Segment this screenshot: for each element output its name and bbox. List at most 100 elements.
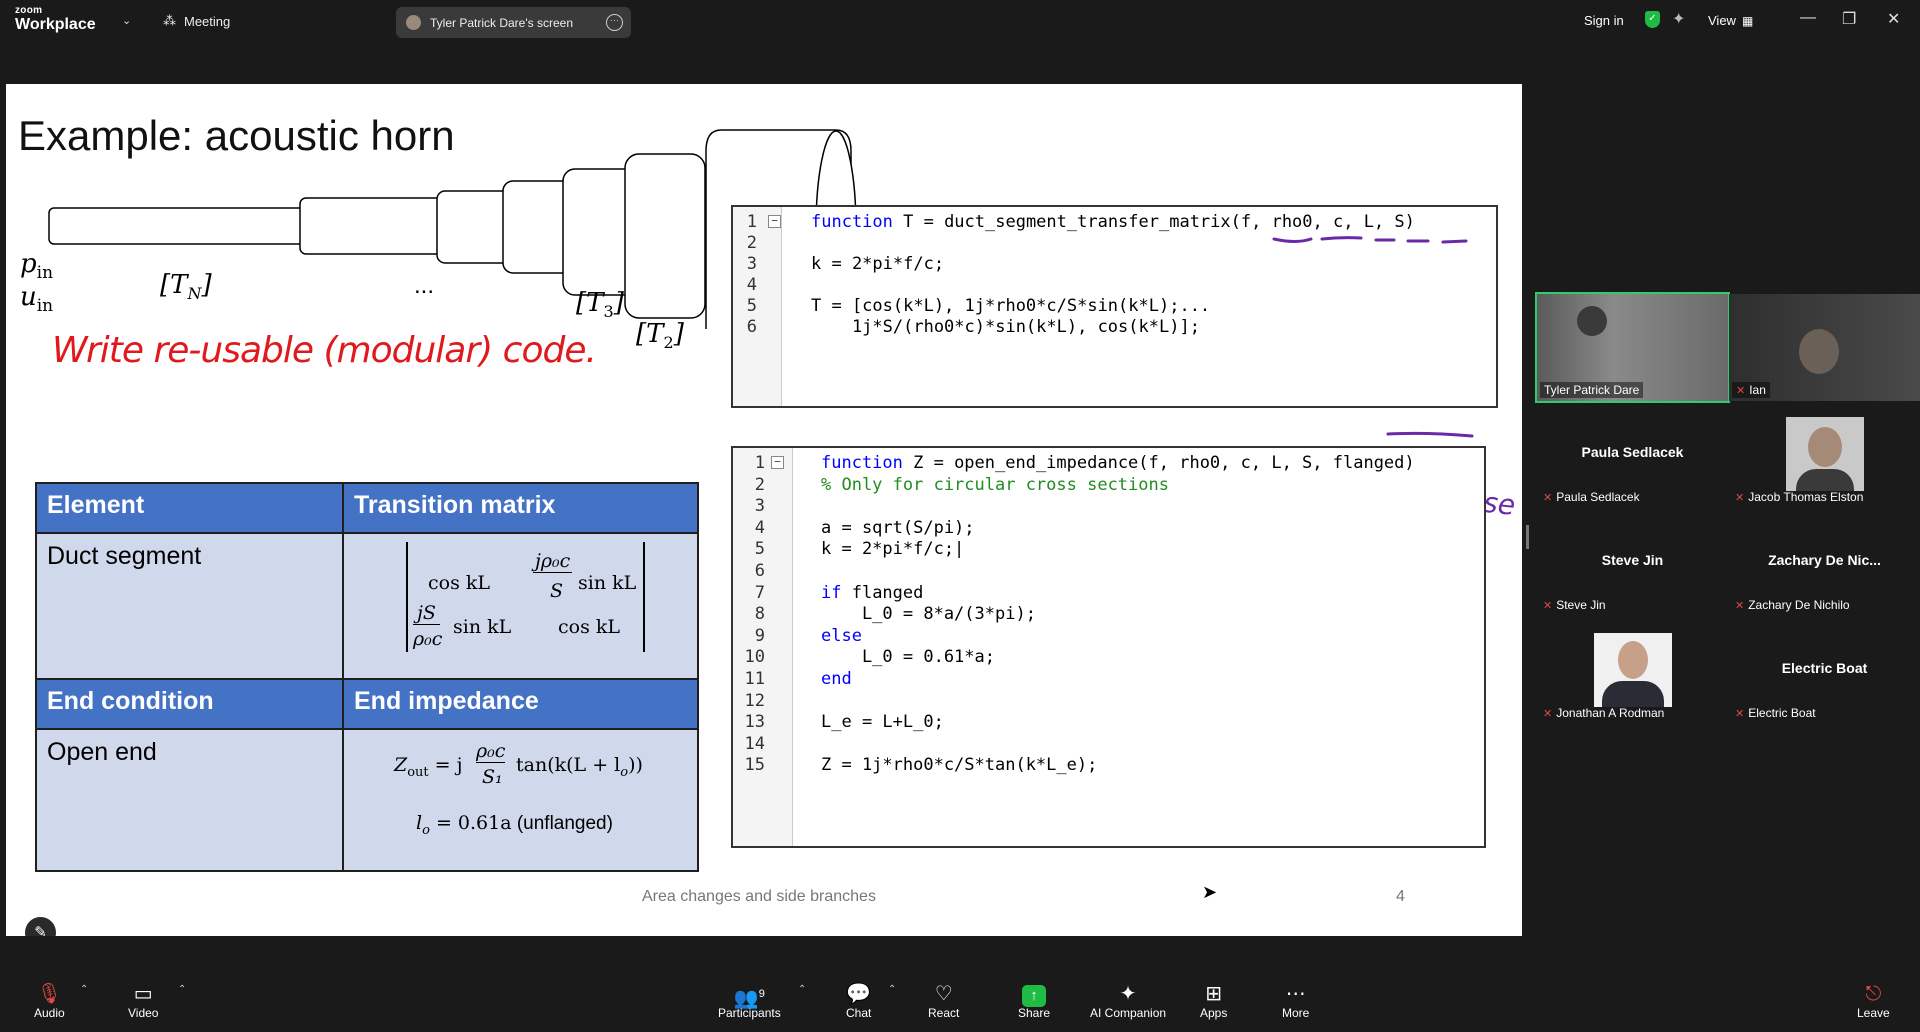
mic-muted-icon: 🎙 <box>36 983 63 1005</box>
line-number: 13 <box>744 712 765 733</box>
shield-check-icon[interactable]: ✓ <box>1645 11 1660 28</box>
code-line[interactable]: k = 2*pi*f/c;| <box>821 539 964 559</box>
zout-lhs: Zout = j <box>394 754 463 780</box>
meeting-menu[interactable]: ⁂ Meeting <box>163 13 230 29</box>
apps-button[interactable]: ⊞ Apps <box>1200 982 1227 1020</box>
audio-button[interactable]: 🎙 Audio <box>34 982 65 1020</box>
m12-tail: sin kL <box>578 572 637 594</box>
line-number: 1 <box>754 453 765 473</box>
line-number: 9 <box>754 625 765 646</box>
video-label: Video <box>128 1006 159 1020</box>
m21-num: jS <box>413 602 440 625</box>
end-impedance-table: End condition End impedance Open end Zou… <box>35 678 699 872</box>
participant-tile[interactable]: Zachary De Nic... ✕ Zachary De Nichilo <box>1729 515 1920 620</box>
participants-button[interactable]: 👥9 Participants <box>718 982 781 1020</box>
participant-name: ✕ Zachary De Nichilo <box>1735 598 1850 612</box>
code-line[interactable]: L_0 = 8*a/(3*pi); <box>821 604 1036 624</box>
apps-label: Apps <box>1200 1006 1228 1020</box>
react-button[interactable]: ♡ React <box>928 982 959 1020</box>
react-label: React <box>928 1006 960 1020</box>
participant-tile[interactable]: Paula Sedlacek ✕ Paula Sedlacek <box>1537 407 1728 512</box>
view-button[interactable]: View <box>1708 13 1736 28</box>
slide-footer: Area changes and side branches <box>642 888 876 905</box>
line-number: 12 <box>744 690 765 711</box>
mic-muted-icon: ✕ <box>1735 708 1745 720</box>
participant-name: ✕ Jonathan A Rodman <box>1543 706 1665 720</box>
mic-muted-icon: ✕ <box>1735 600 1745 612</box>
heart-icon: ♡ <box>934 983 953 1005</box>
more-label: More <box>1282 1006 1310 1020</box>
avatar <box>1785 417 1864 491</box>
more-button[interactable]: ⋯ More <box>1282 982 1309 1020</box>
participant-tile[interactable]: Steve Jin ✕ Steve Jin <box>1537 515 1728 620</box>
share-label: Share <box>1018 1006 1051 1020</box>
screen-share-pill[interactable]: Tyler Patrick Dare's screen ··· <box>396 7 631 38</box>
header-transition-matrix: Transition matrix <box>342 482 699 534</box>
code-line[interactable]: function Z = open_end_impedance(f, rho0,… <box>821 453 1415 473</box>
video-tile-tyler[interactable]: Tyler Patrick Dare <box>1535 292 1730 403</box>
transition-matrix-table: Element Transition matrix Duct segment c… <box>35 482 699 682</box>
line-number: 5 <box>754 539 765 560</box>
line-number: 2 <box>754 474 765 495</box>
share-button[interactable]: ↑ Share <box>1018 982 1050 1020</box>
matrix-cell: cos kL jρ₀c S sin kL jS ρ₀c sin kL cos k… <box>342 532 699 682</box>
participants-options-chevron-icon[interactable]: ⌃ <box>798 984 806 995</box>
panel-resize-handle[interactable] <box>1526 525 1529 549</box>
mic-muted-icon: ✕ <box>1736 385 1746 397</box>
minimize-icon[interactable]: — <box>1800 9 1816 27</box>
leave-button[interactable]: ⎋ Leave <box>1857 982 1890 1020</box>
line-number: 8 <box>754 604 765 625</box>
restore-icon[interactable]: ❐ <box>1842 9 1856 29</box>
participant-big-name: Zachary De Nic... <box>1768 552 1881 568</box>
zout-tail: tan(k(L + lo)) <box>516 754 643 780</box>
video-button[interactable]: ▭ Video <box>128 982 158 1020</box>
title-bar: zoom Workplace ⌄ ⁂ Meeting Tyler Patrick… <box>0 0 1920 43</box>
impedance-cell: Zout = j ρ₀c S₁ tan(k(L + lo)) lo = 0.61… <box>342 728 699 872</box>
code-line[interactable]: if flanged <box>821 583 923 603</box>
shared-slide: Example: acoustic horn pin uin [TN] ... … <box>6 84 1522 936</box>
sign-in-button[interactable]: Sign in <box>1584 13 1624 28</box>
code-line[interactable]: L_e = L+L_0; <box>821 712 944 732</box>
line-number: 4 <box>754 517 765 538</box>
sparkle-icon[interactable]: ✦ <box>1672 9 1685 29</box>
code-line[interactable]: % Only for circular cross sections <box>821 475 1169 495</box>
participant-tile[interactable]: Electric Boat ✕ Electric Boat <box>1729 623 1920 728</box>
ai-companion-button[interactable]: ✦ AI Companion <box>1090 982 1166 1020</box>
line-number: 15 <box>744 755 765 776</box>
code-line[interactable]: else <box>821 626 862 646</box>
m12-num: jρ₀c <box>533 550 573 573</box>
audio-options-chevron-icon[interactable]: ⌃ <box>80 984 88 995</box>
close-icon[interactable]: ✕ <box>1887 9 1900 29</box>
code-line[interactable]: Z = 1j*rho0*c/S*tan(k*L_e); <box>821 755 1097 775</box>
audio-label: Audio <box>34 1006 65 1020</box>
brand-top: zoom <box>15 5 43 16</box>
video-tile-ian[interactable]: ✕ Ian <box>1729 294 1920 401</box>
meeting-icon: ⁂ <box>163 13 176 28</box>
mic-muted-icon: ✕ <box>1735 492 1745 504</box>
code-line[interactable]: end <box>821 669 852 689</box>
chat-button[interactable]: 💬 Chat <box>846 982 871 1020</box>
fold-toggle[interactable]: − <box>771 456 784 469</box>
code-editor-open-end-impedance: − 1 function Z = open_end_impedance(f, rh… <box>731 446 1486 848</box>
video-options-chevron-icon[interactable]: ⌃ <box>178 984 186 995</box>
participant-big-name: Steve Jin <box>1601 552 1664 568</box>
more-options-icon[interactable]: ··· <box>606 14 623 31</box>
code-line[interactable]: a = sqrt(S/pi); <box>821 518 975 538</box>
brand-bottom: Workplace <box>15 16 96 33</box>
avatar <box>1593 633 1672 707</box>
zout-equation: Zout = j ρ₀c S₁ tan(k(L + lo)) <box>394 740 654 790</box>
grid-view-icon[interactable]: ▦ <box>1742 14 1753 28</box>
participant-tile[interactable]: ✕ Jonathan A Rodman <box>1537 623 1728 728</box>
m12-den: S <box>550 580 564 602</box>
code-line[interactable]: L_0 = 0.61*a; <box>821 647 995 667</box>
participant-tile[interactable]: ✕ Jacob Thomas Elston <box>1729 407 1920 512</box>
participant-name: Tyler Patrick Dare <box>1540 382 1644 398</box>
zout-den: S₁ <box>482 766 503 788</box>
apps-grid-icon: ⊞ <box>1205 983 1223 1005</box>
line-number: 10 <box>744 647 765 668</box>
zout-num: ρ₀c <box>476 740 506 763</box>
row-open-end: Open end <box>35 728 344 872</box>
chevron-down-icon[interactable]: ⌄ <box>122 14 131 27</box>
chat-options-chevron-icon[interactable]: ⌃ <box>888 984 896 995</box>
participants-icon: 👥9 <box>733 987 765 1010</box>
